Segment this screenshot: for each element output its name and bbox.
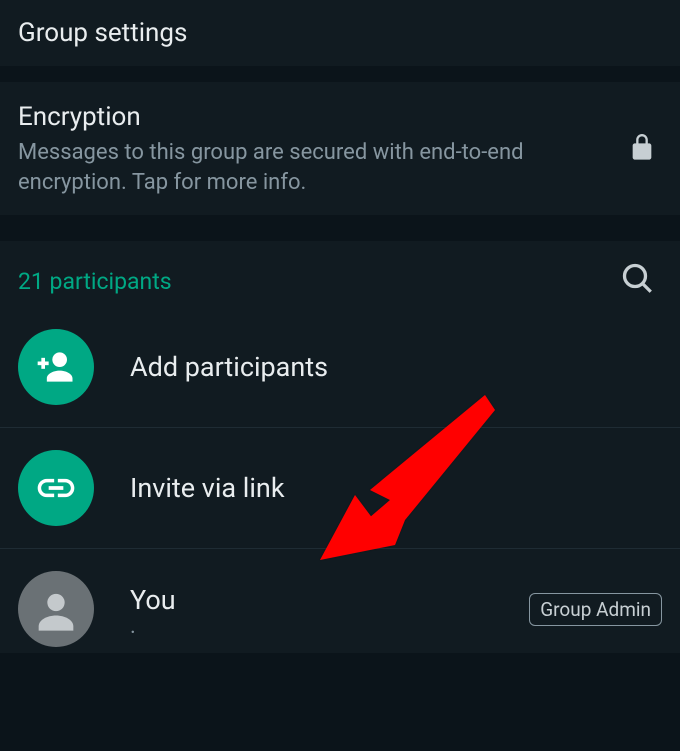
divider-gap (0, 215, 680, 241)
add-participants-label: Add participants (130, 351, 662, 383)
participants-header: 21 participants (0, 261, 680, 307)
participants-count: 21 participants (18, 268, 172, 295)
you-name: You (130, 584, 493, 616)
encryption-description: Messages to this group are secured with … (18, 138, 610, 197)
participants-section: 21 participants Add participants Invite … (0, 241, 680, 653)
add-person-icon (18, 329, 94, 405)
search-icon[interactable] (620, 261, 662, 301)
avatar (18, 571, 94, 647)
encryption-text-block: Encryption Messages to this group are se… (18, 102, 610, 197)
you-text-block: You . (130, 584, 493, 636)
link-icon (18, 450, 94, 526)
group-settings-title: Group settings (18, 18, 662, 48)
encryption-title: Encryption (18, 102, 610, 132)
admin-badge: Group Admin (529, 593, 662, 626)
group-settings-row[interactable]: Group settings (0, 0, 680, 66)
add-participants-row[interactable]: Add participants (0, 307, 680, 428)
divider-gap (0, 66, 680, 82)
invite-via-link-row[interactable]: Invite via link (0, 428, 680, 549)
you-row[interactable]: You . Group Admin (0, 549, 680, 653)
lock-icon (628, 130, 662, 170)
you-status: . (130, 618, 493, 636)
encryption-row[interactable]: Encryption Messages to this group are se… (0, 82, 680, 215)
invite-via-link-label: Invite via link (130, 472, 662, 504)
